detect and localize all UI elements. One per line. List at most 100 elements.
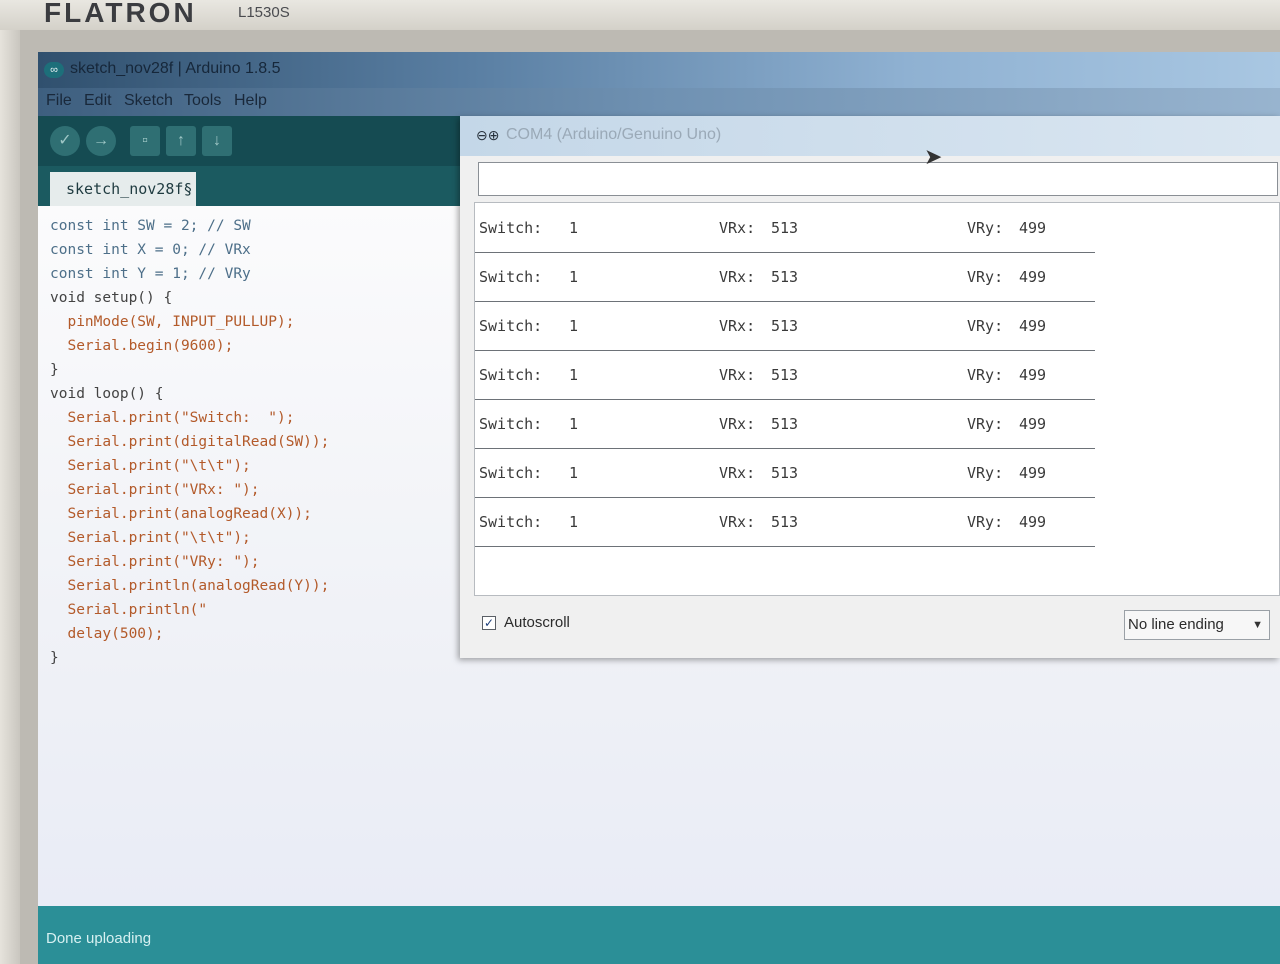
- serial-monitor-footer: ✓ Autoscroll No line ending ▼: [474, 604, 1280, 648]
- switch-value: 1: [569, 268, 579, 286]
- vrx-label: VRx:: [719, 464, 756, 482]
- vrx-label: VRx:: [719, 268, 756, 286]
- code-line: Serial.print("\t\t");: [50, 530, 251, 546]
- vrx-value: 513: [771, 317, 799, 335]
- vry-label: VRy:: [967, 317, 1004, 335]
- switch-value: 1: [569, 415, 579, 433]
- code-line: Serial.print("Switch: ");: [50, 410, 295, 426]
- vry-value: 499: [1019, 415, 1047, 433]
- vrx-value: 513: [771, 464, 799, 482]
- monitor-bezel-top: FLATRON L1530S: [0, 0, 1280, 30]
- vry-label: VRy:: [967, 415, 1004, 433]
- arduino-logo-icon: ⊖⊕: [476, 127, 500, 143]
- code-line: const int X = 0; // VRx: [50, 242, 251, 258]
- serial-monitor-title: COM4 (Arduino/Genuino Uno): [506, 126, 722, 143]
- code-line: Serial.println(": [50, 602, 208, 618]
- vry-value: 499: [1019, 219, 1047, 237]
- code-line: void loop() {: [50, 386, 164, 402]
- window-titlebar[interactable]: ∞ sketch_nov28f | Arduino 1.8.5: [38, 52, 1280, 88]
- menu-edit[interactable]: Edit: [84, 92, 112, 110]
- code-area[interactable]: const int SW = 2; // SW const int X = 0;…: [50, 214, 329, 670]
- switch-label: Switch:: [479, 268, 543, 286]
- code-line: Serial.print("VRy: ");: [50, 554, 260, 570]
- menu-bar: File Edit Sketch Tools Help: [38, 88, 1280, 116]
- switch-value: 1: [569, 317, 579, 335]
- code-line: const int SW = 2; // SW: [50, 218, 251, 234]
- new-button[interactable]: ▫: [130, 126, 160, 156]
- serial-monitor-window: ⊖⊕ COM4 (Arduino/Genuino Uno) Switch: 1 …: [460, 116, 1280, 658]
- code-line: delay(500);: [50, 626, 164, 642]
- vry-label: VRy:: [967, 513, 1004, 531]
- switch-value: 1: [569, 464, 579, 482]
- line-ending-value: No line ending: [1128, 616, 1224, 633]
- menu-file[interactable]: File: [46, 92, 72, 110]
- autoscroll-checkbox[interactable]: ✓: [482, 616, 496, 630]
- check-icon: ✓: [58, 132, 72, 149]
- switch-value: 1: [569, 366, 579, 384]
- serial-monitor-titlebar[interactable]: ⊖⊕ COM4 (Arduino/Genuino Uno): [460, 116, 1280, 156]
- mouse-pointer-icon: ➤: [924, 144, 943, 169]
- serial-output-row: Switch: 1 VRx: 513 VRy: 499: [475, 497, 1095, 547]
- vry-label: VRy:: [967, 464, 1004, 482]
- serial-output[interactable]: Switch: 1 VRx: 513 VRy: 499 Switch: 1 VR…: [474, 202, 1280, 596]
- monitor-bezel-left: [0, 30, 20, 964]
- vry-value: 499: [1019, 513, 1047, 531]
- chevron-down-icon: ▼: [1252, 619, 1263, 631]
- vry-label: VRy:: [967, 268, 1004, 286]
- vry-value: 499: [1019, 268, 1047, 286]
- vrx-label: VRx:: [719, 317, 756, 335]
- switch-label: Switch:: [479, 366, 543, 384]
- verify-button[interactable]: ✓: [50, 126, 80, 156]
- serial-output-row: Switch: 1 VRx: 513 VRy: 499: [475, 301, 1095, 351]
- code-line: Serial.print(analogRead(X));: [50, 506, 312, 522]
- switch-label: Switch:: [479, 317, 543, 335]
- switch-value: 1: [569, 219, 579, 237]
- serial-output-row: Switch: 1 VRx: 513 VRy: 499: [475, 399, 1095, 449]
- code-line: Serial.print("\t\t");: [50, 458, 251, 474]
- arrow-up-icon: ↑: [177, 132, 185, 149]
- code-line: const int Y = 1; // VRy: [50, 266, 251, 282]
- serial-send-input[interactable]: [478, 162, 1278, 196]
- arrow-right-icon: →: [93, 132, 109, 149]
- open-button[interactable]: ↑: [166, 126, 196, 156]
- switch-label: Switch:: [479, 219, 543, 237]
- serial-output-row: Switch: 1 VRx: 513 VRy: 499: [475, 448, 1095, 498]
- vrx-label: VRx:: [719, 513, 756, 531]
- tab-sketch[interactable]: sketch_nov28f§: [50, 172, 196, 206]
- switch-label: Switch:: [479, 513, 543, 531]
- monitor-brand: FLATRON: [44, 0, 197, 28]
- vrx-value: 513: [771, 415, 799, 433]
- vrx-value: 513: [771, 219, 799, 237]
- save-button[interactable]: ↓: [202, 126, 232, 156]
- menu-tools[interactable]: Tools: [184, 92, 221, 110]
- code-line: Serial.print("VRx: ");: [50, 482, 260, 498]
- status-bar: Done uploading: [38, 906, 1280, 964]
- serial-output-row: Switch: 1 VRx: 513 VRy: 499: [475, 203, 1095, 253]
- code-line: Serial.print(digitalRead(SW));: [50, 434, 330, 450]
- vrx-value: 513: [771, 268, 799, 286]
- vry-value: 499: [1019, 366, 1047, 384]
- switch-label: Switch:: [479, 415, 543, 433]
- code-line: Serial.begin(9600);: [50, 338, 234, 354]
- arduino-logo-icon: ∞: [44, 62, 64, 78]
- menu-sketch[interactable]: Sketch: [124, 92, 173, 110]
- new-file-icon: ▫: [142, 132, 148, 149]
- upload-button[interactable]: →: [86, 126, 116, 156]
- vry-label: VRy:: [967, 219, 1004, 237]
- vry-value: 499: [1019, 317, 1047, 335]
- vrx-label: VRx:: [719, 366, 756, 384]
- switch-label: Switch:: [479, 464, 543, 482]
- vrx-value: 513: [771, 366, 799, 384]
- code-line: }: [50, 362, 59, 378]
- line-ending-select[interactable]: No line ending ▼: [1124, 610, 1270, 640]
- vry-value: 499: [1019, 464, 1047, 482]
- serial-output-row: Switch: 1 VRx: 513 VRy: 499: [475, 350, 1095, 400]
- autoscroll-label: Autoscroll: [504, 614, 570, 631]
- serial-output-row: Switch: 1 VRx: 513 VRy: 499: [475, 252, 1095, 302]
- menu-help[interactable]: Help: [234, 92, 267, 110]
- vrx-label: VRx:: [719, 219, 756, 237]
- vrx-value: 513: [771, 513, 799, 531]
- status-text: Done uploading: [46, 930, 152, 947]
- code-line: Serial.println(analogRead(Y));: [50, 578, 330, 594]
- code-line: pinMode(SW, INPUT_PULLUP);: [50, 314, 295, 330]
